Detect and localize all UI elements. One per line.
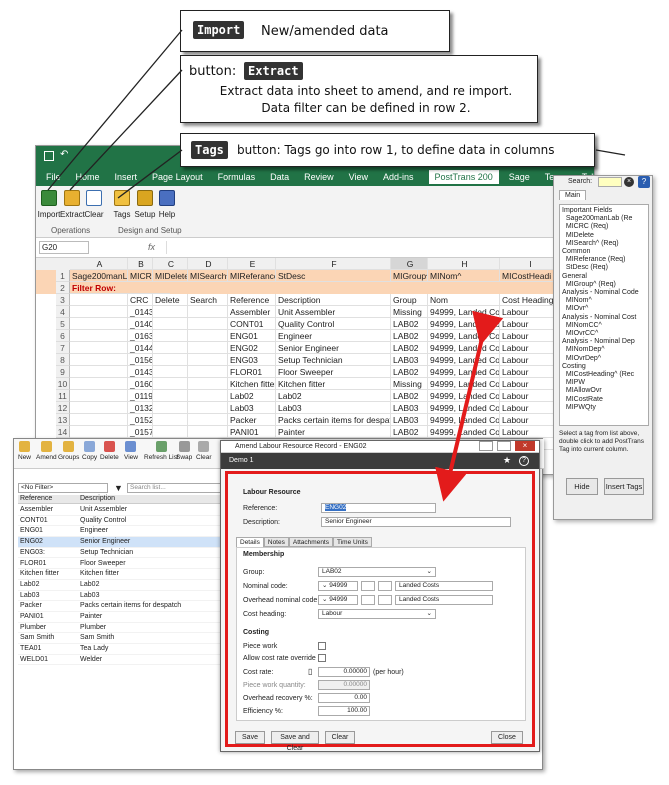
import-pointer-line — [47, 29, 183, 191]
extract-pointer-line — [69, 69, 183, 191]
tags-pointer-line — [117, 149, 183, 199]
red-link-arrow — [435, 310, 504, 502]
annotation-arrows — [47, 29, 626, 502]
tags-panel-pointer-line — [595, 149, 626, 156]
